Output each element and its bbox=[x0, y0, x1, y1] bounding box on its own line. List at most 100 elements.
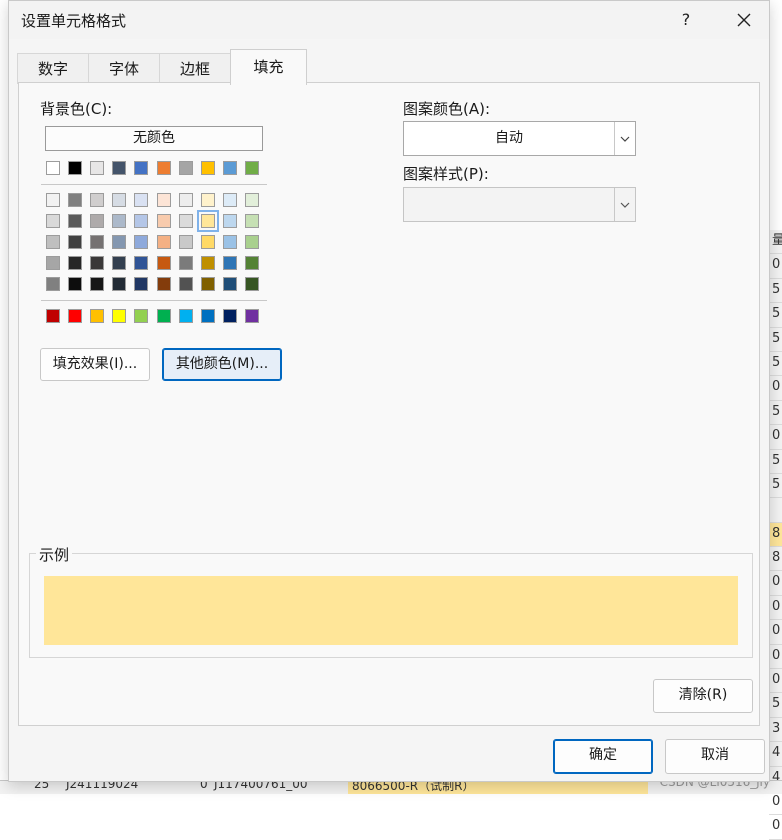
color-swatch[interactable] bbox=[46, 214, 60, 228]
color-swatch[interactable] bbox=[244, 309, 259, 323]
color-swatch[interactable] bbox=[134, 193, 149, 207]
no-color-button[interactable]: 无颜色 bbox=[45, 126, 263, 151]
cancel-button[interactable]: 取消 bbox=[665, 739, 765, 774]
color-swatch[interactable] bbox=[156, 309, 171, 323]
color-swatch[interactable] bbox=[68, 309, 83, 323]
color-swatch[interactable] bbox=[156, 193, 171, 207]
color-swatch[interactable] bbox=[90, 277, 105, 291]
color-swatch[interactable] bbox=[222, 309, 237, 323]
color-swatch[interactable] bbox=[196, 210, 219, 232]
spreadsheet-cell: 4 bbox=[769, 742, 782, 767]
pattern-style-select[interactable] bbox=[403, 187, 636, 222]
help-button[interactable]: ? bbox=[671, 7, 701, 33]
color-swatch[interactable] bbox=[90, 214, 105, 228]
chevron-down-icon bbox=[620, 136, 630, 142]
tab-font[interactable]: 字体 bbox=[88, 53, 160, 84]
color-swatch[interactable] bbox=[46, 277, 60, 291]
color-swatch[interactable] bbox=[222, 256, 237, 270]
clear-button[interactable]: 清除(R) bbox=[653, 679, 753, 713]
more-colors-button[interactable]: 其他颜色(M)... bbox=[162, 348, 282, 381]
color-swatch[interactable] bbox=[68, 161, 83, 175]
color-swatch[interactable] bbox=[244, 193, 259, 207]
color-swatch[interactable] bbox=[178, 256, 193, 270]
color-swatch[interactable] bbox=[68, 235, 83, 249]
color-swatch[interactable] bbox=[178, 309, 193, 323]
color-swatch[interactable] bbox=[68, 256, 83, 270]
spreadsheet-cell: 5 bbox=[769, 303, 782, 328]
color-swatch[interactable] bbox=[112, 235, 127, 249]
tab-border[interactable]: 边框 bbox=[159, 53, 231, 84]
spreadsheet-cell: 5 bbox=[769, 474, 782, 499]
color-swatch[interactable] bbox=[68, 214, 83, 228]
color-swatch[interactable] bbox=[46, 161, 60, 175]
color-swatch[interactable] bbox=[244, 214, 259, 228]
color-swatch[interactable] bbox=[90, 193, 105, 207]
dropdown-arrow[interactable] bbox=[614, 122, 635, 155]
color-swatch[interactable] bbox=[178, 235, 193, 249]
spreadsheet-right-column: 量05555050558800000534400 bbox=[768, 230, 782, 840]
color-swatch[interactable] bbox=[222, 193, 237, 207]
close-button[interactable] bbox=[729, 7, 759, 33]
color-swatch[interactable] bbox=[244, 256, 259, 270]
spreadsheet-cell: 5 bbox=[769, 352, 782, 377]
pattern-color-value: 自动 bbox=[495, 130, 523, 146]
title-bar: 设置单元格格式 ? bbox=[9, 1, 769, 39]
color-swatch[interactable] bbox=[112, 161, 127, 175]
color-swatch[interactable] bbox=[68, 193, 83, 207]
color-swatch[interactable] bbox=[200, 235, 215, 249]
color-swatch[interactable] bbox=[90, 256, 105, 270]
color-swatch[interactable] bbox=[222, 161, 237, 175]
color-swatch[interactable] bbox=[112, 193, 127, 207]
color-swatch[interactable] bbox=[156, 277, 171, 291]
spreadsheet-cell: 量 bbox=[769, 230, 782, 255]
color-swatch[interactable] bbox=[156, 214, 171, 228]
color-swatch[interactable] bbox=[200, 309, 215, 323]
color-swatch[interactable] bbox=[134, 256, 149, 270]
color-swatch[interactable] bbox=[156, 256, 171, 270]
color-swatch[interactable] bbox=[46, 235, 60, 249]
color-swatch[interactable] bbox=[222, 277, 237, 291]
color-swatch[interactable] bbox=[222, 214, 237, 228]
color-swatch[interactable] bbox=[112, 309, 127, 323]
color-swatch[interactable] bbox=[134, 309, 149, 323]
spreadsheet-cell: 0 bbox=[769, 425, 782, 450]
color-swatch[interactable] bbox=[156, 161, 171, 175]
color-swatch[interactable] bbox=[112, 277, 127, 291]
format-cells-dialog: 设置单元格格式 ? 数字 字体 边框 填充 背景色(C): 无颜色 填充效果(I… bbox=[8, 0, 770, 782]
color-swatch[interactable] bbox=[90, 235, 105, 249]
color-swatch[interactable] bbox=[112, 214, 127, 228]
color-swatch[interactable] bbox=[46, 309, 60, 323]
color-swatch[interactable] bbox=[46, 256, 60, 270]
color-swatch[interactable] bbox=[200, 277, 215, 291]
background-color-label: 背景色(C): bbox=[40, 100, 113, 118]
color-swatch[interactable] bbox=[90, 161, 105, 175]
color-swatch[interactable] bbox=[244, 277, 259, 291]
close-icon bbox=[737, 13, 751, 27]
color-swatch[interactable] bbox=[244, 235, 259, 249]
color-swatch[interactable] bbox=[200, 193, 215, 207]
fill-effects-button[interactable]: 填充效果(I)... bbox=[40, 348, 150, 381]
color-swatch[interactable] bbox=[90, 309, 105, 323]
color-swatch[interactable] bbox=[222, 235, 237, 249]
color-swatch[interactable] bbox=[134, 277, 149, 291]
spreadsheet-cell: 8 bbox=[769, 522, 782, 548]
color-swatch[interactable] bbox=[200, 256, 215, 270]
color-swatch[interactable] bbox=[200, 161, 215, 175]
dropdown-arrow[interactable] bbox=[614, 188, 635, 221]
color-swatch[interactable] bbox=[46, 193, 60, 207]
color-swatch[interactable] bbox=[156, 235, 171, 249]
tab-fill[interactable]: 填充 bbox=[230, 49, 307, 85]
pattern-color-select[interactable]: 自动 bbox=[403, 121, 636, 156]
color-swatch[interactable] bbox=[178, 193, 193, 207]
color-swatch[interactable] bbox=[112, 256, 127, 270]
color-swatch[interactable] bbox=[178, 277, 193, 291]
color-swatch[interactable] bbox=[68, 277, 83, 291]
color-swatch[interactable] bbox=[134, 214, 149, 228]
color-swatch[interactable] bbox=[178, 214, 193, 228]
color-swatch[interactable] bbox=[134, 235, 149, 249]
ok-button[interactable]: 确定 bbox=[553, 739, 653, 774]
color-swatch[interactable] bbox=[178, 161, 193, 175]
color-swatch[interactable] bbox=[244, 161, 259, 175]
tab-number[interactable]: 数字 bbox=[17, 53, 89, 84]
color-swatch[interactable] bbox=[134, 161, 149, 175]
